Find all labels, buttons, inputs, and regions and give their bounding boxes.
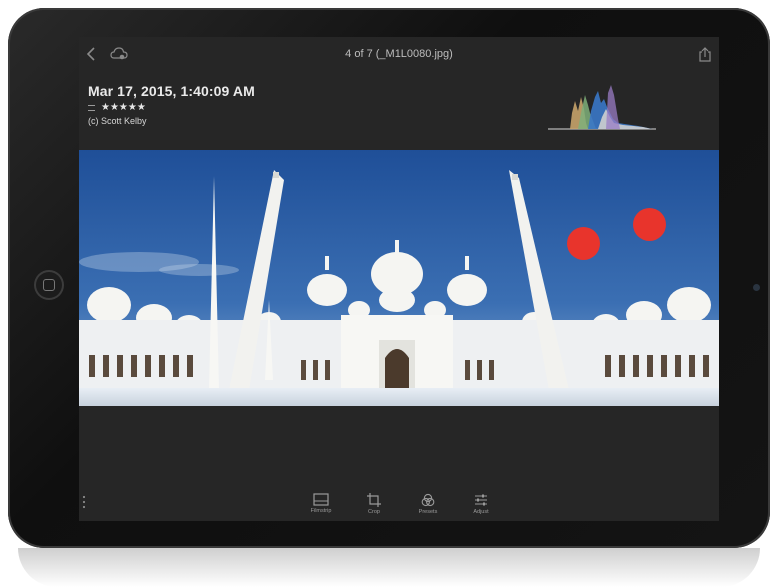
crop-button[interactable]: Crop xyxy=(354,493,394,515)
filmstrip-label: Filmstrip xyxy=(310,508,332,514)
presets-icon xyxy=(408,493,448,507)
device-reflection xyxy=(18,548,760,587)
bottom-toolbar: Filmstrip Crop Presets Adjust xyxy=(79,485,719,521)
filmstrip-button[interactable]: Filmstrip xyxy=(301,493,341,514)
annotation-dot-1 xyxy=(567,227,600,260)
rating-row: ★★★★★ xyxy=(88,102,255,113)
flag-icon[interactable] xyxy=(88,104,95,111)
presets-label: Presets xyxy=(418,509,438,515)
adjust-label: Adjust xyxy=(473,509,489,515)
photo-info: Mar 17, 2015, 1:40:09 AM ★★★★★ (c) Scott… xyxy=(88,83,255,126)
top-bar: 4 of 7 (_M1L0080.jpg) xyxy=(79,37,719,73)
copyright-text: (c) Scott Kelby xyxy=(88,116,147,126)
presets-button[interactable]: Presets xyxy=(408,493,448,515)
histogram xyxy=(548,85,656,130)
annotation-dot-2 xyxy=(633,208,666,241)
share-icon[interactable] xyxy=(699,47,711,67)
sliders-icon xyxy=(461,493,501,507)
home-button[interactable] xyxy=(34,270,64,300)
filmstrip-icon xyxy=(301,493,341,506)
more-icon[interactable] xyxy=(82,495,86,514)
photo-preview[interactable] xyxy=(79,150,719,406)
capture-date: Mar 17, 2015, 1:40:09 AM xyxy=(88,83,255,99)
app-screen: 4 of 7 (_M1L0080.jpg) Mar 17, 2015, 1:40… xyxy=(79,37,719,521)
image-title: 4 of 7 (_M1L0080.jpg) xyxy=(345,48,453,60)
adjust-button[interactable]: Adjust xyxy=(461,493,501,515)
crop-label: Crop xyxy=(368,509,380,515)
crop-icon xyxy=(354,493,394,507)
front-camera xyxy=(753,284,760,291)
star-rating[interactable]: ★★★★★ xyxy=(101,102,146,113)
mosque-photo xyxy=(79,150,719,406)
